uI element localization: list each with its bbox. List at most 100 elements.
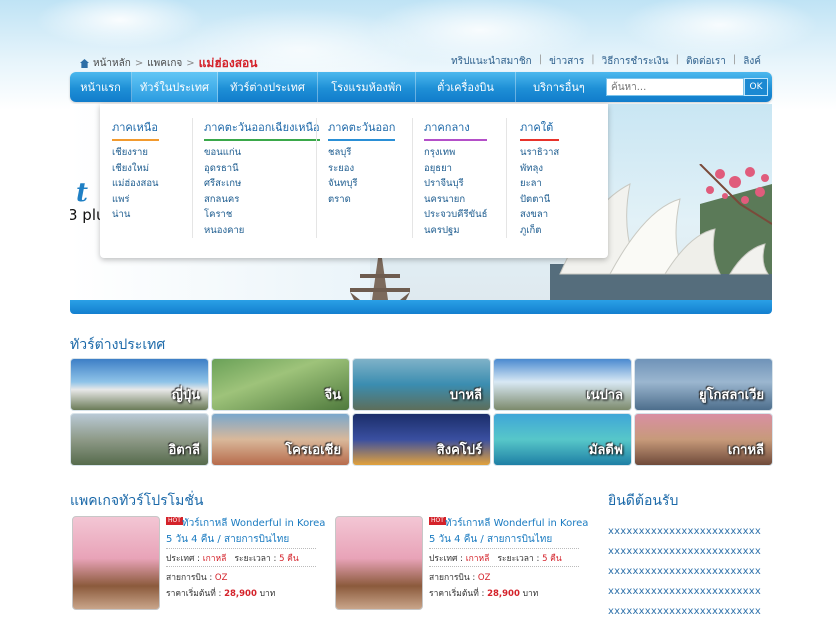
breadcrumb-package[interactable]: แพคเกจ xyxy=(147,56,182,71)
province-link[interactable]: หนองคาย xyxy=(204,223,320,239)
welcome-title: ยินดีต้อนรับ xyxy=(608,493,679,509)
package-airline: สายการบิน : OZ xyxy=(166,570,227,584)
province-link[interactable]: ระยอง xyxy=(328,161,395,177)
airline-value: OZ xyxy=(477,573,491,583)
province-link[interactable]: แม่ฮ่องสอน xyxy=(112,176,159,192)
package-thumbnail[interactable] xyxy=(335,516,423,610)
destination-tile-bali[interactable]: บาหลี xyxy=(352,358,491,411)
hot-badge: HOT xyxy=(429,517,446,525)
province-link[interactable]: สกลนคร xyxy=(204,192,320,208)
divider xyxy=(429,548,579,549)
region-heading[interactable]: ภาคตะวันออก xyxy=(328,118,396,141)
province-link[interactable]: ยะลา xyxy=(520,176,559,192)
province-link[interactable]: ปราจีนบุรี xyxy=(424,176,487,192)
divider xyxy=(166,566,316,567)
region-column-north: ภาคเหนือ เชียงราย เชียงใหม่ แม่ฮ่องสอน แ… xyxy=(112,118,159,223)
province-link[interactable]: อุดรธานี xyxy=(204,161,320,177)
province-link[interactable]: ชลบุรี xyxy=(328,145,395,161)
province-link[interactable]: นครนายก xyxy=(424,192,487,208)
country-label: ประเทศ : xyxy=(166,554,200,564)
region-heading[interactable]: ภาคใต้ xyxy=(520,118,560,141)
province-link[interactable]: กรุงเทพ xyxy=(424,145,487,161)
toplink-contact[interactable]: ติดต่อเรา xyxy=(679,54,733,69)
price-label: ราคาเริ่มต้นที่ : xyxy=(166,589,222,599)
top-bar: หน้าหลัก > แพคเกจ > แม่ฮ่องสอน ทริปแนะนำ… xyxy=(70,52,772,70)
destination-tile-yugoslavia[interactable]: ยูโกสลาเวีย xyxy=(634,358,773,411)
package-country-duration: ประเทศ : เกาหลี ระยะเวลา : 5 คืน xyxy=(166,551,299,565)
province-link[interactable]: ขอนแก่น xyxy=(204,145,320,161)
country-label: ประเทศ : xyxy=(429,554,463,564)
search-input[interactable] xyxy=(606,78,744,96)
banner-slogan: t xyxy=(76,178,89,208)
banner-bottom-bar xyxy=(70,300,772,314)
toplink-news[interactable]: ข่าวสาร xyxy=(542,54,591,69)
province-link[interactable]: นครปฐม xyxy=(424,223,487,239)
duration-label: ระยะเวลา : xyxy=(234,554,277,564)
breadcrumb: หน้าหลัก > แพคเกจ > แม่ฮ่องสอน xyxy=(80,54,257,73)
hot-badge: HOT xyxy=(166,517,183,525)
duration-value: 5 คืน xyxy=(279,554,299,564)
province-link[interactable]: โคราช xyxy=(204,207,320,223)
destination-label: โครเอเชีย xyxy=(285,443,341,458)
country-value: เกาหลี xyxy=(465,554,490,564)
destination-tile-maldives[interactable]: มัลดีฟ xyxy=(493,413,632,466)
destination-tile-croatia[interactable]: โครเอเชีย xyxy=(211,413,350,466)
province-link[interactable]: เชียงใหม่ xyxy=(112,161,159,177)
province-link[interactable]: สงขลา xyxy=(520,207,559,223)
package-subtitle: 5 วัน 4 คืน / สายการบินไทย xyxy=(429,534,553,545)
destination-grid: ญี่ปุ่น จีน บาหลี เนปาล ยูโกสลาเวีย อิตา… xyxy=(70,358,773,468)
destination-tile-japan[interactable]: ญี่ปุ่น xyxy=(70,358,209,411)
column-divider xyxy=(412,118,413,238)
nav-international-tours[interactable]: ทัวร์ต่างประเทศ xyxy=(218,72,318,102)
price-label: ราคาเริ่มต้นที่ : xyxy=(429,589,485,599)
province-link[interactable]: แพร่ xyxy=(112,192,159,208)
welcome-text-line: xxxxxxxxxxxxxxxxxxxxxxxxx xyxy=(608,566,761,577)
destination-label: เกาหลี xyxy=(727,443,764,458)
nav-air-tickets[interactable]: ตั๋วเครื่องบิน xyxy=(416,72,516,102)
region-column-south: ภาคใต้ นราธิวาส พัทลุง ยะลา ปัตตานี สงขล… xyxy=(520,118,560,239)
package-thumbnail[interactable] xyxy=(72,516,160,610)
package-card[interactable]: HOT ทัวร์เกาหลี Wonderful in Korea 5 วัน… xyxy=(72,516,325,612)
region-heading[interactable]: ภาคกลาง xyxy=(424,118,488,141)
destination-tile-korea[interactable]: เกาหลี xyxy=(634,413,773,466)
toplink-payment[interactable]: วิธีการชำระเงิน xyxy=(595,54,676,69)
package-card[interactable]: HOT ทัวร์เกาหลี Wonderful in Korea 5 วัน… xyxy=(335,516,588,612)
province-link[interactable]: น่าน xyxy=(112,207,159,223)
province-link[interactable]: เชียงราย xyxy=(112,145,159,161)
region-heading[interactable]: ภาคเหนือ xyxy=(112,118,159,141)
package-name[interactable]: ทัวร์เกาหลี Wonderful in Korea xyxy=(182,516,325,531)
province-link[interactable]: ตราด xyxy=(328,192,395,208)
province-link[interactable]: ศรีสะเกษ xyxy=(204,176,320,192)
region-heading[interactable]: ภาคตะวันออกเฉียงเหนือ xyxy=(204,118,320,141)
currency: บาท xyxy=(522,589,539,599)
nav-domestic-tours[interactable]: ทัวร์ในประเทศ xyxy=(132,72,218,102)
promo-packages-title: แพคเกจทัวร์โปรโมชั่น xyxy=(70,493,204,509)
nav-other-services[interactable]: บริการอื่นๆ xyxy=(516,72,602,102)
destination-tile-china[interactable]: จีน xyxy=(211,358,350,411)
province-link[interactable]: อยุธยา xyxy=(424,161,487,177)
search-button[interactable]: OK xyxy=(744,78,768,96)
province-link[interactable]: ภูเก็ต xyxy=(520,223,559,239)
toplink-links[interactable]: ลิงค์ xyxy=(736,54,768,69)
province-link[interactable]: ปัตตานี xyxy=(520,192,559,208)
nav-home[interactable]: หน้าแรก xyxy=(70,72,132,102)
column-divider xyxy=(506,118,507,238)
destination-tile-nepal[interactable]: เนปาล xyxy=(493,358,632,411)
breadcrumb-separator: > xyxy=(186,58,195,69)
destination-label: อิตาลี xyxy=(168,443,200,458)
home-icon xyxy=(80,59,89,68)
destination-tile-singapore[interactable]: สิงคโปร์ xyxy=(352,413,491,466)
column-divider xyxy=(316,118,317,238)
province-link[interactable]: พัทลุง xyxy=(520,161,559,177)
province-link[interactable]: ประจวบคีรีขันธ์ xyxy=(424,207,487,223)
breadcrumb-home[interactable]: หน้าหลัก xyxy=(93,56,131,71)
country-value: เกาหลี xyxy=(202,554,227,564)
toplink-member-trip[interactable]: ทริปแนะนำสมาชิก xyxy=(444,54,539,69)
province-link[interactable]: นราธิวาส xyxy=(520,145,559,161)
destination-tile-italy[interactable]: อิตาลี xyxy=(70,413,209,466)
breadcrumb-current: แม่ฮ่องสอน xyxy=(198,56,258,70)
package-country-duration: ประเทศ : เกาหลี ระยะเวลา : 5 คืน xyxy=(429,551,562,565)
nav-hotels[interactable]: โรงแรมห้องพัก xyxy=(318,72,416,102)
package-name[interactable]: ทัวร์เกาหลี Wonderful in Korea xyxy=(445,516,588,531)
province-link[interactable]: จันทบุรี xyxy=(328,176,395,192)
